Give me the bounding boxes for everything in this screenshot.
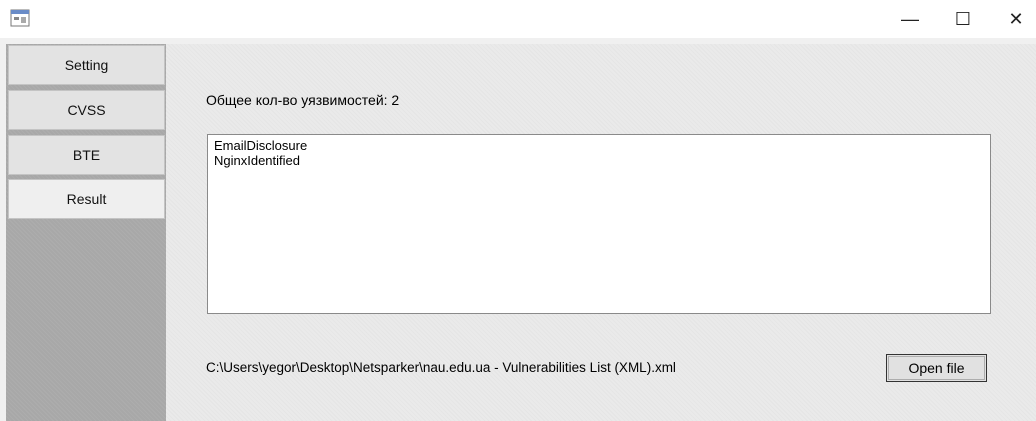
close-button[interactable]: ✕ bbox=[993, 0, 1036, 38]
file-path-label: C:\Users\yegor\Desktop\Netsparker\nau.ed… bbox=[206, 360, 676, 375]
vulnerability-count-label: Общее кол-во уязвимостей: 2 bbox=[206, 92, 400, 108]
sidebar-item-setting[interactable]: Setting bbox=[8, 45, 165, 85]
list-item[interactable]: NginxIdentified bbox=[214, 153, 984, 168]
main-panel: Общее кол-во уязвимостей: 2 EmailDisclos… bbox=[166, 44, 1036, 421]
vulnerability-listbox[interactable]: EmailDisclosure NginxIdentified bbox=[207, 134, 991, 314]
maximize-button[interactable]: ☐ bbox=[940, 0, 986, 38]
title-bar: — ☐ ✕ bbox=[0, 0, 1036, 38]
sidebar-item-bte[interactable]: BTE bbox=[8, 135, 165, 175]
sidebar-item-result[interactable]: Result bbox=[8, 179, 165, 219]
app-window-icon bbox=[10, 9, 30, 27]
list-item[interactable]: EmailDisclosure bbox=[214, 138, 984, 153]
sidebar-item-cvss[interactable]: CVSS bbox=[8, 90, 165, 130]
sidebar: Setting CVSS BTE Result bbox=[6, 44, 166, 421]
minimize-button[interactable]: — bbox=[887, 0, 933, 38]
open-file-button[interactable]: Open file bbox=[886, 354, 987, 382]
